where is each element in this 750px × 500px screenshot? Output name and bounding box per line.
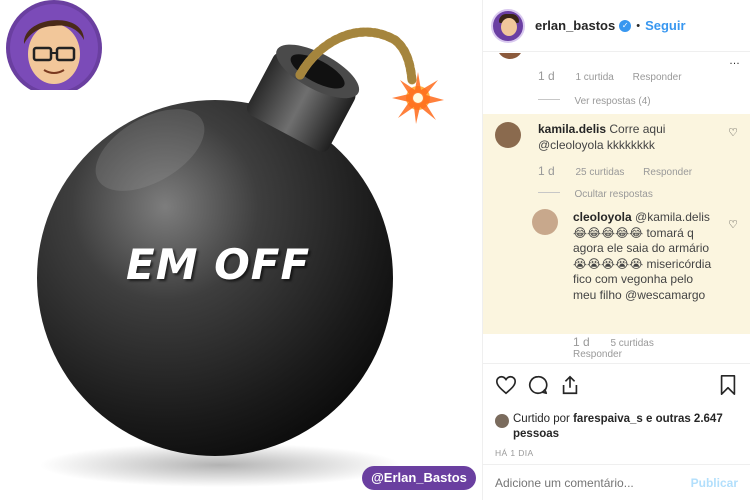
reply-meta-2: Responder	[573, 349, 638, 360]
replies-line	[538, 99, 560, 101]
follow-button[interactable]: Seguir	[645, 18, 685, 33]
publish-button[interactable]: Publicar	[691, 476, 738, 490]
liker-avatar[interactable]	[495, 414, 509, 428]
more-options-icon[interactable]: …	[729, 55, 740, 67]
comment-likes[interactable]: 1 curtida	[575, 72, 613, 83]
view-replies[interactable]: Ver respostas (4)	[538, 91, 651, 109]
image-caption: EM OFF	[126, 240, 311, 289]
post-header: erlan_bastos ✓ • Seguir	[483, 0, 750, 52]
reply-body: cleoloyola @kamila.delis 😂😂😂😂😂 tomará q …	[573, 210, 713, 303]
like-comment-heart-icon[interactable]: ♡	[728, 126, 738, 139]
like-heart-icon[interactable]	[495, 374, 517, 396]
reply-button[interactable]: Responder	[573, 349, 622, 360]
action-bar	[495, 374, 738, 398]
header-separator: •	[636, 19, 641, 32]
reply-time: 1 d	[573, 335, 590, 349]
comment-avatar[interactable]	[497, 53, 523, 59]
author-username[interactable]: erlan_bastos	[535, 18, 615, 33]
post-image[interactable]: EM OFF @Erlan_Bastos	[0, 0, 482, 500]
verified-badge-icon: ✓	[619, 19, 632, 32]
reply-button[interactable]: Responder	[643, 167, 692, 178]
comments-list: … 1 d 1 curtida Responder Ver respostas …	[483, 53, 750, 363]
comment-meta: 1 d 1 curtida Responder	[538, 69, 698, 83]
add-comment-bar: Publicar	[483, 464, 750, 500]
replies-line	[538, 192, 560, 194]
comment-input[interactable]	[495, 476, 675, 490]
comment-time: 1 d	[538, 164, 555, 178]
hide-replies[interactable]: Ocultar respostas	[538, 184, 653, 202]
author-avatar[interactable]	[491, 8, 525, 43]
post-actions: Curtido por farespaiva_s e outras 2.647 …	[483, 363, 750, 500]
view-replies-label[interactable]: Ver respostas (4)	[574, 96, 650, 107]
post-age: HÁ 1 DIA	[495, 448, 534, 458]
like-reply-heart-icon[interactable]: ♡	[728, 218, 738, 231]
comment-meta: 1 d 25 curtidas Responder	[538, 164, 708, 178]
comment-body: kamila.delis Corre aqui @cleoloyola kkkk…	[538, 122, 718, 153]
comment-time: 1 d	[538, 69, 555, 83]
comment-username[interactable]: kamila.delis	[538, 122, 606, 136]
bookmark-icon[interactable]	[718, 374, 738, 396]
likes-prefix: Curtido por	[513, 413, 570, 425]
comment-likes[interactable]: 25 curtidas	[575, 167, 624, 178]
highlighted-comment: kamila.delis Corre aqui @cleoloyola kkkk…	[483, 114, 750, 334]
reply-username[interactable]: cleoloyola	[573, 210, 632, 224]
watermark-label: @Erlan_Bastos	[362, 466, 476, 490]
liker-username[interactable]: farespaiva_s	[573, 413, 643, 425]
hide-replies-label[interactable]: Ocultar respostas	[574, 189, 652, 200]
likes-summary: Curtido por farespaiva_s e outras 2.647 …	[495, 412, 738, 442]
comment-avatar[interactable]	[495, 122, 521, 148]
share-icon[interactable]	[559, 374, 581, 396]
spark-icon	[392, 72, 444, 124]
watermark-avatar	[6, 0, 102, 90]
post-sidebar: erlan_bastos ✓ • Seguir … 1 d 1 curtida …	[482, 0, 750, 500]
reply-meta: 1 d 5 curtidas	[573, 335, 670, 349]
reply-avatar[interactable]	[532, 209, 558, 235]
comment-bubble-icon[interactable]	[527, 374, 549, 396]
reply-button[interactable]: Responder	[633, 72, 682, 83]
reply-likes[interactable]: 5 curtidas	[610, 338, 653, 349]
